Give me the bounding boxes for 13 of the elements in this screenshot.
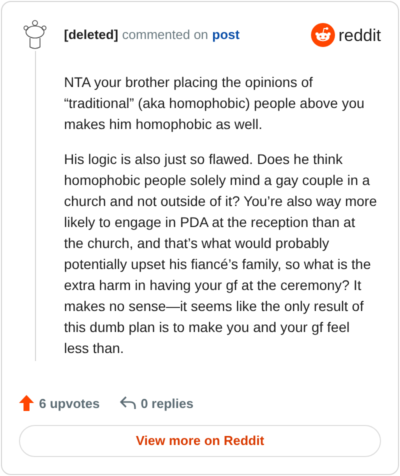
author-name: [deleted] xyxy=(64,26,118,44)
avatar-icon xyxy=(23,19,47,51)
reddit-logo-icon xyxy=(311,23,336,47)
reply-count: 0 replies xyxy=(140,394,194,413)
comment-action-text: commented on xyxy=(122,26,208,44)
reply-arrow-icon xyxy=(120,396,136,410)
reddit-wordmark: reddit xyxy=(338,26,381,44)
upvote-count: 6 upvotes xyxy=(39,394,100,413)
view-more-button[interactable]: View more on Reddit xyxy=(19,425,381,457)
post-link[interactable]: post xyxy=(212,25,240,45)
upvote-arrow-icon xyxy=(19,395,34,412)
comment-paragraph: His logic is also just so flawed. Does he think homophobic people solely mind a gay couple in a church and not outside of it? You’re also way more likely to engage in PDA at the reception than at the church, and that’s what would probably potentially upset his fiancé’s family, so what is the extra harm in having your gf at the ceremony? It makes no sense—it seems like the only result of this dumb plan is to make you and your gf feel less than. xyxy=(64,150,378,358)
comment-paragraph: NTA your brother placing the opinions of “traditional” (aka homophobic) people above you makes him homophobic as well. xyxy=(64,73,366,134)
